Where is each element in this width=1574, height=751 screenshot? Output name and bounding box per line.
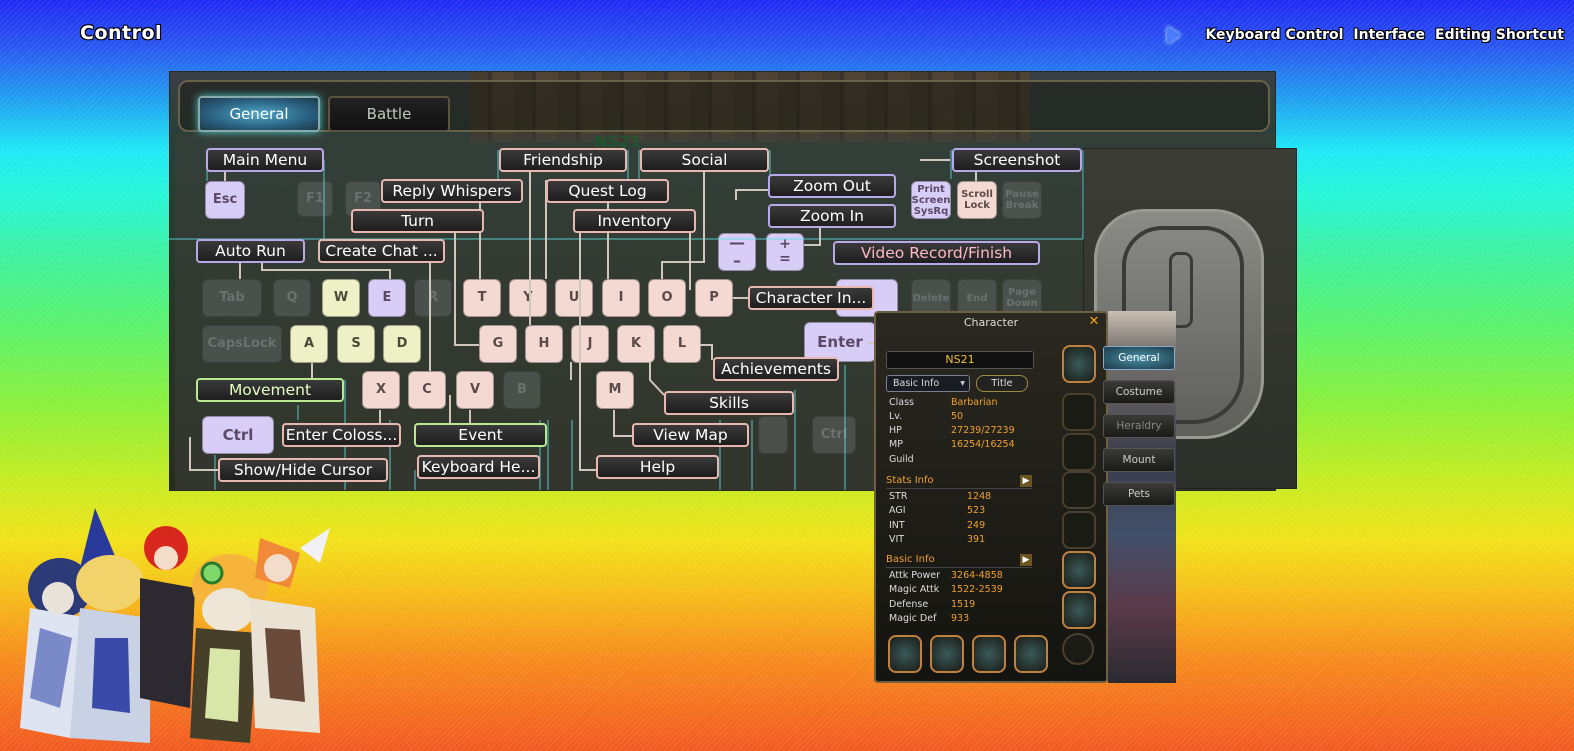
label-quest-log[interactable]: Quest Log — [546, 179, 669, 203]
expand-arrow-icon: ▶ — [1020, 554, 1032, 566]
info-filter-select[interactable]: Basic Info — [886, 375, 970, 392]
equip-slot-accessory-2[interactable] — [930, 635, 964, 673]
equip-slot-accessory-3[interactable] — [972, 635, 1006, 673]
stat-agi: AGI 523 — [889, 505, 986, 516]
stat-level: Lv. 50 — [889, 411, 964, 422]
label-create-chat[interactable]: Create Chat ... — [318, 239, 445, 263]
side-tab-heraldry[interactable]: Heraldry — [1103, 414, 1175, 438]
stat-hp: HP 27239/27239 — [889, 425, 1015, 436]
label-show-hide-cursor[interactable]: Show/Hide Cursor — [218, 458, 388, 482]
equip-slot-accessory-4[interactable] — [1014, 635, 1048, 673]
stat-int: INT 249 — [889, 520, 986, 531]
characters-illustration — [20, 508, 330, 743]
equip-slot-body[interactable] — [1062, 393, 1096, 431]
label-skills[interactable]: Skills — [664, 391, 794, 415]
side-tab-costume[interactable]: Costume — [1103, 380, 1175, 404]
label-keyboard-help[interactable]: Keyboard He... — [417, 455, 540, 479]
label-inventory[interactable]: Inventory — [573, 209, 696, 233]
stat-magic-defense: Magic Def 933 — [889, 613, 970, 624]
character-name: NS21 — [886, 351, 1034, 369]
label-auto-run[interactable]: Auto Run — [196, 239, 305, 263]
basic-info-header[interactable]: Basic Info ▶ — [886, 554, 1032, 568]
stat-guild: Guild — [889, 454, 914, 465]
character-window: Character ✕ NS21 Basic Info Title ClassB… — [874, 311, 1108, 683]
title-button[interactable]: Title — [976, 375, 1028, 392]
label-main-menu[interactable]: Main Menu — [206, 148, 324, 172]
stat-magic-attack: Magic Attk 1522-2539 — [889, 584, 1003, 595]
label-character-info[interactable]: Character In... — [748, 286, 874, 310]
label-reply-whispers[interactable]: Reply Whispers — [381, 179, 523, 203]
close-icon[interactable]: ✕ — [1088, 315, 1100, 328]
expand-arrow-icon: ▶ — [1020, 475, 1032, 487]
label-achievements[interactable]: Achievements — [713, 357, 839, 381]
equip-slot-accessory-1[interactable] — [888, 635, 922, 673]
label-friendship[interactable]: Friendship — [499, 148, 627, 172]
character-window-title: Character — [963, 316, 1019, 329]
label-turn[interactable]: Turn — [351, 209, 484, 233]
label-zoom-in[interactable]: Zoom In — [768, 204, 896, 228]
equip-slot-weapon[interactable] — [1062, 551, 1096, 589]
equip-slot-legs[interactable] — [1062, 433, 1096, 471]
equip-slot-feet[interactable] — [1062, 511, 1096, 549]
stats-info-header[interactable]: Stats Info ▶ — [886, 475, 1032, 489]
equip-slot-helmet[interactable] — [1062, 345, 1096, 383]
equip-slot-ring[interactable] — [1062, 633, 1094, 665]
label-enter-colosseum[interactable]: Enter Coloss... — [282, 423, 401, 447]
stat-attack-power: Attk Power 3264-4858 — [889, 570, 1003, 581]
equip-slot-offhand[interactable] — [1062, 591, 1096, 629]
label-event[interactable]: Event — [414, 423, 547, 447]
side-tab-pets[interactable]: Pets — [1103, 482, 1175, 506]
label-zoom-out[interactable]: Zoom Out — [768, 174, 896, 198]
label-movement[interactable]: Movement — [196, 378, 344, 402]
stat-class: Class Barbarian — [889, 397, 998, 408]
side-tab-general[interactable]: General — [1103, 346, 1175, 370]
label-screenshot[interactable]: Screenshot — [952, 148, 1082, 172]
label-view-map[interactable]: View Map — [632, 423, 749, 447]
stat-mp: MP 16254/16254 — [889, 439, 1015, 450]
stat-str: STR 1248 — [889, 491, 992, 502]
label-social[interactable]: Social — [640, 148, 769, 172]
label-help[interactable]: Help — [596, 455, 719, 479]
equip-slot-hands[interactable] — [1062, 471, 1096, 509]
stat-defense: Defense 1519 — [889, 599, 976, 610]
side-tab-mount[interactable]: Mount — [1103, 448, 1175, 472]
label-video-record[interactable]: Video Record/Finish — [833, 241, 1040, 265]
stat-vit: VIT 391 — [889, 534, 986, 545]
